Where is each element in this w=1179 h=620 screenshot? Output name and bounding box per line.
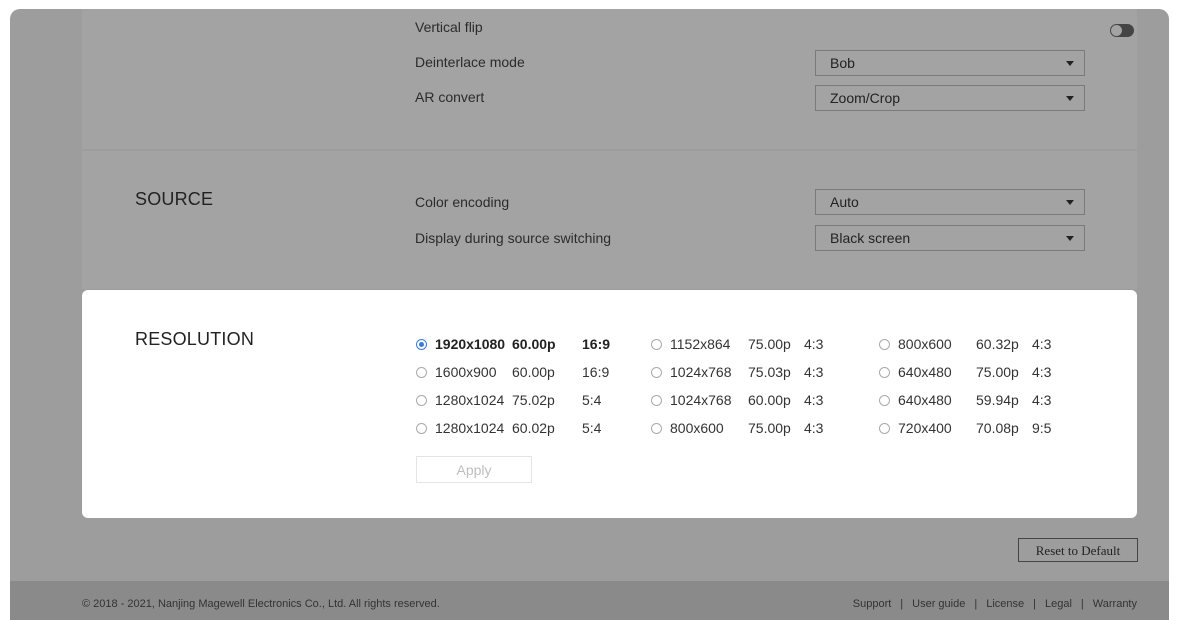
vertical-flip-toggle[interactable] bbox=[1110, 24, 1134, 37]
radio-button[interactable] bbox=[416, 367, 427, 378]
resolution-option[interactable]: 800x600 75.00p 4:3 bbox=[651, 420, 851, 438]
frame-rate-value: 75.02p bbox=[512, 392, 555, 408]
frame-rate-value: 60.02p bbox=[512, 420, 555, 436]
reset-to-default-button[interactable]: Reset to Default bbox=[1018, 538, 1138, 562]
resolution-value: 1920x1080 bbox=[435, 336, 506, 352]
aspect-ratio-value: 4:3 bbox=[1032, 364, 1052, 380]
source-switching-value: Black screen bbox=[830, 230, 911, 246]
resolution-value: 1024x768 bbox=[670, 364, 732, 380]
ar-convert-label: AR convert bbox=[415, 89, 485, 105]
resolution-option[interactable]: 720x400 70.08p 9:5 bbox=[879, 420, 1079, 438]
resolution-option[interactable]: 1600x900 60.00p 16:9 bbox=[416, 364, 616, 382]
resolution-value: 1280x1024 bbox=[435, 392, 505, 408]
resolution-value: 1280x1024 bbox=[435, 420, 505, 436]
footer-links: Support | User guide | License | Legal | Warrant… bbox=[853, 598, 1137, 610]
separator: | bbox=[1033, 598, 1036, 610]
video-settings-panel: Vertical flip Deinterlace mode Bob AR co… bbox=[82, 9, 1137, 149]
resolution-option[interactable]: 1024x768 60.00p 4:3 bbox=[651, 392, 851, 410]
resolution-option[interactable]: 640x480 75.00p 4:3 bbox=[879, 364, 1079, 382]
radio-button[interactable] bbox=[416, 395, 427, 406]
aspect-ratio-value: 16:9 bbox=[582, 364, 610, 380]
chevron-down-icon bbox=[1066, 61, 1074, 66]
resolution-option[interactable]: 1280x1024 75.02p 5:4 bbox=[416, 392, 616, 410]
radio-button[interactable] bbox=[651, 367, 662, 378]
aspect-ratio-value: 4:3 bbox=[804, 336, 824, 352]
chevron-down-icon bbox=[1066, 96, 1074, 101]
resolution-option[interactable]: 1280x1024 60.02p 5:4 bbox=[416, 420, 616, 438]
deinterlace-value: Bob bbox=[830, 55, 855, 71]
resolution-option[interactable]: 640x480 59.94p 4:3 bbox=[879, 392, 1079, 410]
frame-rate-value: 60.00p bbox=[748, 392, 791, 408]
aspect-ratio-value: 16:9 bbox=[582, 336, 611, 352]
source-panel: SOURCE Color encoding Auto Display durin… bbox=[82, 151, 1137, 289]
toggle-knob bbox=[1111, 25, 1122, 36]
aspect-ratio-value: 5:4 bbox=[582, 392, 602, 408]
radio-button[interactable] bbox=[651, 395, 662, 406]
frame-rate-value: 60.00p bbox=[512, 336, 556, 352]
ar-convert-select[interactable]: Zoom/Crop bbox=[815, 85, 1085, 111]
resolution-value: 640x480 bbox=[898, 364, 952, 380]
chevron-down-icon bbox=[1066, 200, 1074, 205]
radio-button[interactable] bbox=[879, 395, 890, 406]
radio-button[interactable] bbox=[879, 367, 890, 378]
user-guide-link[interactable]: User guide bbox=[912, 598, 965, 610]
resolution-option[interactable]: 1024x768 75.03p 4:3 bbox=[651, 364, 851, 382]
copyright-text: © 2018 - 2021, Nanjing Magewell Electron… bbox=[82, 598, 440, 610]
legal-link[interactable]: Legal bbox=[1045, 598, 1072, 610]
deinterlace-select[interactable]: Bob bbox=[815, 50, 1085, 76]
resolution-value: 800x600 bbox=[898, 336, 952, 352]
radio-button[interactable] bbox=[879, 339, 890, 350]
resolution-option[interactable]: 800x600 60.32p 4:3 bbox=[879, 336, 1079, 354]
radio-button[interactable] bbox=[879, 423, 890, 434]
resolution-title: RESOLUTION bbox=[135, 329, 255, 349]
radio-button[interactable] bbox=[651, 339, 662, 350]
resolution-value: 1152x864 bbox=[670, 336, 731, 352]
resolution-value: 720x400 bbox=[898, 420, 952, 436]
aspect-ratio-value: 9:5 bbox=[1032, 420, 1052, 436]
support-link[interactable]: Support bbox=[853, 598, 892, 610]
frame-rate-value: 75.03p bbox=[748, 364, 791, 380]
settings-page: Vertical flip Deinterlace mode Bob AR co… bbox=[10, 9, 1169, 620]
resolution-option[interactable]: 1152x864 75.00p 4:3 bbox=[651, 336, 851, 354]
frame-rate-value: 60.00p bbox=[512, 364, 555, 380]
aspect-ratio-value: 4:3 bbox=[1032, 336, 1052, 352]
separator: | bbox=[1080, 598, 1084, 610]
chevron-down-icon bbox=[1066, 236, 1074, 241]
resolution-option[interactable]: 1920x1080 60.00p 16:9 bbox=[416, 336, 616, 354]
resolution-value: 1024x768 bbox=[670, 392, 732, 408]
color-encoding-select[interactable]: Auto bbox=[815, 189, 1085, 215]
resolution-value: 640x480 bbox=[898, 392, 952, 408]
frame-rate-value: 70.08p bbox=[976, 420, 1019, 436]
color-encoding-value: Auto bbox=[830, 194, 859, 210]
resolution-panel: RESOLUTION 1920x1080 60.00p 16:9 1600x900 60… bbox=[82, 290, 1137, 518]
source-title: SOURCE bbox=[135, 189, 214, 209]
radio-button[interactable] bbox=[416, 423, 427, 434]
separator: | bbox=[900, 598, 904, 610]
frame-rate-value: 75.00p bbox=[748, 420, 791, 436]
aspect-ratio-value: 4:3 bbox=[804, 420, 824, 436]
resolution-value: 1600x900 bbox=[435, 364, 497, 380]
aspect-ratio-value: 5:4 bbox=[582, 420, 602, 436]
color-encoding-label: Color encoding bbox=[415, 194, 510, 210]
apply-button[interactable]: Apply bbox=[416, 456, 532, 483]
footer: © 2018 - 2021, Nanjing Magewell Electron… bbox=[10, 581, 1169, 620]
aspect-ratio-value: 4:3 bbox=[804, 392, 824, 408]
source-switching-label: Display during source switching bbox=[415, 230, 612, 246]
frame-rate-value: 75.00p bbox=[748, 336, 791, 352]
frame-rate-value: 75.00p bbox=[976, 364, 1019, 380]
resolution-value: 800x600 bbox=[670, 420, 724, 436]
license-link[interactable]: License bbox=[986, 598, 1024, 610]
frame-rate-value: 59.94p bbox=[976, 392, 1019, 408]
frame-rate-value: 60.32p bbox=[976, 336, 1019, 352]
aspect-ratio-value: 4:3 bbox=[1032, 392, 1052, 408]
radio-button[interactable] bbox=[651, 423, 662, 434]
aspect-ratio-value: 4:3 bbox=[804, 364, 824, 380]
source-switching-select[interactable]: Black screen bbox=[815, 225, 1085, 251]
radio-button[interactable] bbox=[416, 339, 427, 350]
ar-convert-value: Zoom/Crop bbox=[830, 90, 901, 106]
warranty-link[interactable]: Warranty bbox=[1093, 598, 1137, 610]
separator: | bbox=[974, 598, 978, 610]
vertical-flip-label: Vertical flip bbox=[415, 19, 483, 35]
deinterlace-label: Deinterlace mode bbox=[415, 54, 525, 70]
